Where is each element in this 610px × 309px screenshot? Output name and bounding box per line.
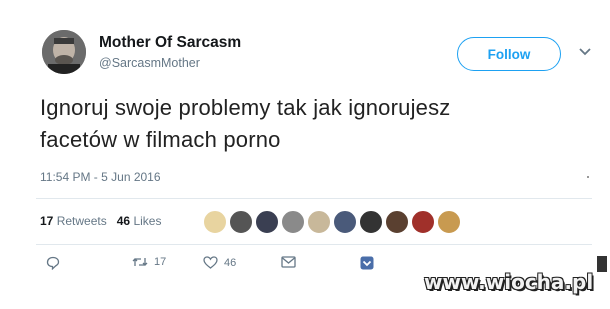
tweet-timestamp[interactable]: 11:54 PM - 5 Jun 2016: [40, 170, 161, 184]
liker-avatar[interactable]: [359, 210, 383, 234]
follow-button[interactable]: Follow: [457, 37, 561, 71]
chevron-down-icon: [360, 256, 374, 270]
tweet-text: Ignoruj swoje problemy tak jak ignorujes…: [40, 92, 580, 156]
likes-count[interactable]: 46: [117, 214, 130, 228]
liker-avatar[interactable]: [385, 210, 409, 234]
liker-avatar[interactable]: [281, 210, 305, 234]
liker-avatar[interactable]: [229, 210, 253, 234]
liker-avatar[interactable]: [255, 210, 279, 234]
like-button[interactable]: 46: [203, 256, 236, 269]
liker-avatar[interactable]: [411, 210, 435, 234]
reply-icon: [46, 256, 60, 270]
reply-button[interactable]: [46, 256, 60, 270]
likes-label[interactable]: Likes: [133, 214, 161, 228]
user-display-name[interactable]: Mother Of Sarcasm: [99, 34, 241, 52]
tweet-stats: 17 Retweets 46 Likes: [40, 214, 161, 228]
liker-avatar[interactable]: [437, 210, 461, 234]
avatar[interactable]: [42, 30, 86, 74]
retweets-label[interactable]: Retweets: [57, 214, 107, 228]
tweet-text-line: facetów w filmach porno: [40, 127, 281, 152]
divider: [36, 198, 592, 199]
direct-message-button[interactable]: [281, 256, 296, 268]
divider: [36, 244, 592, 245]
divider-dot: [587, 176, 589, 178]
avatar-photo-icon: [42, 30, 86, 74]
liker-avatar[interactable]: [333, 210, 357, 234]
heart-icon: [203, 256, 218, 269]
user-handle[interactable]: @SarcasmMother: [99, 56, 200, 70]
liker-avatar[interactable]: [203, 210, 227, 234]
envelope-icon: [281, 256, 296, 268]
watermark-bar: [597, 256, 607, 272]
like-count: 46: [224, 256, 237, 269]
liker-avatar[interactable]: [307, 210, 331, 234]
watermark: www.wiocha.pl: [424, 270, 594, 294]
more-button[interactable]: [360, 256, 374, 270]
chevron-down-icon[interactable]: [578, 47, 592, 57]
retweet-icon: [132, 258, 148, 266]
retweet-count: 17: [154, 256, 167, 268]
retweets-count[interactable]: 17: [40, 214, 53, 228]
tweet-text-line: Ignoruj swoje problemy tak jak ignorujes…: [40, 95, 451, 120]
retweet-button[interactable]: 17: [132, 256, 166, 268]
